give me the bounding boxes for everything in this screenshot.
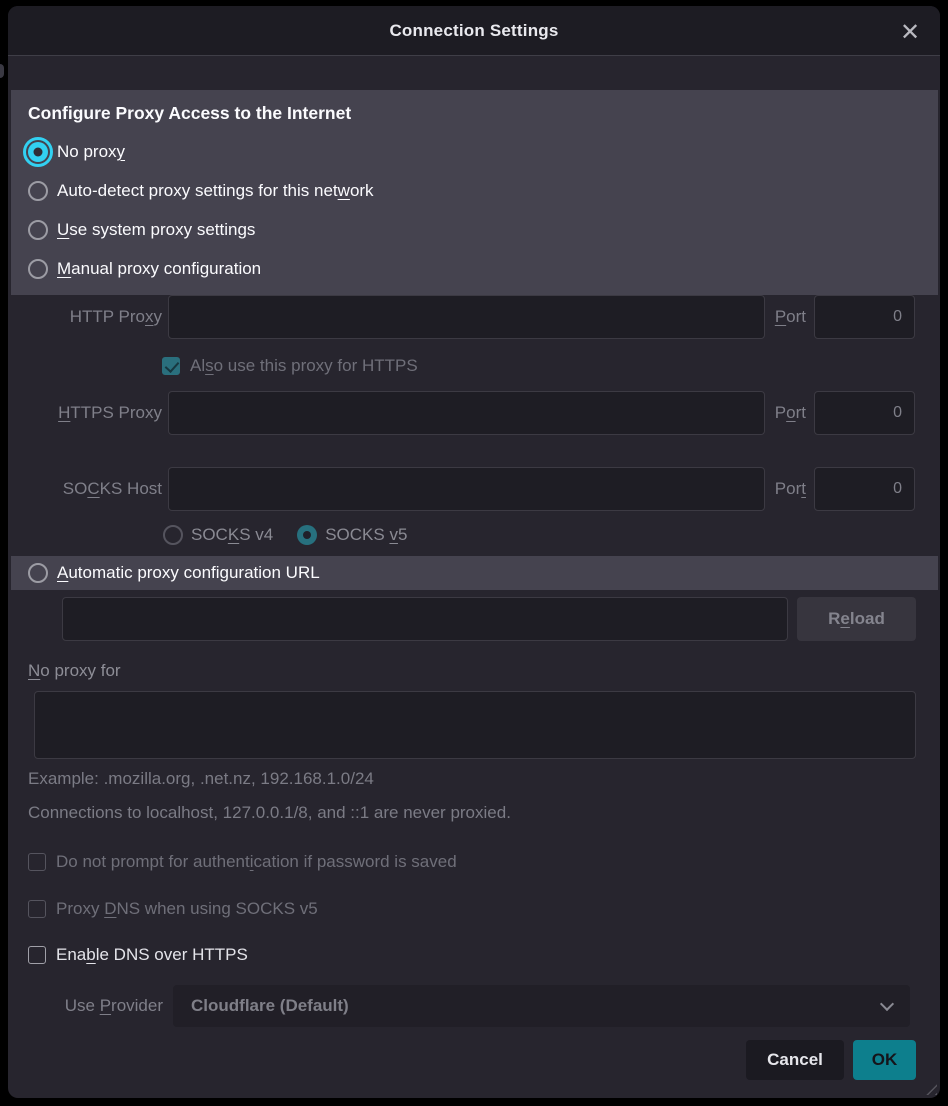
cancel-button[interactable]: Cancel: [746, 1040, 844, 1080]
doh-provider-row: Use Provider Cloudflare (Default): [8, 985, 910, 1027]
https-proxy-label: HTTPS Proxy: [8, 403, 162, 423]
proxy-mode-section: Configure Proxy Access to the Internet N…: [11, 90, 938, 295]
checkbox-label: Enable DNS over HTTPS: [56, 945, 248, 965]
localhost-note: Connections to localhost, 127.0.0.1/8, a…: [28, 803, 511, 823]
checkbox-proxy-dns[interactable]: Proxy DNS when using SOCKS v5: [28, 898, 318, 920]
checkbox-icon[interactable]: [28, 853, 46, 871]
http-proxy-input[interactable]: [168, 295, 765, 339]
socks-version-row: SOCKS v4 SOCKS v5: [163, 522, 940, 548]
also-https-row[interactable]: Also use this proxy for HTTPS: [162, 355, 940, 377]
http-port-label: Port: [775, 307, 806, 327]
http-port-input[interactable]: [814, 295, 915, 339]
example-hint: Example: .mozilla.org, .net.nz, 192.168.…: [28, 769, 374, 789]
http-proxy-row: HTTP Proxy Port: [8, 295, 940, 339]
provider-selected-value: Cloudflare (Default): [191, 996, 349, 1016]
section-heading: Configure Proxy Access to the Internet: [28, 103, 938, 124]
also-https-label: Also use this proxy for HTTPS: [190, 356, 418, 376]
provider-select[interactable]: Cloudflare (Default): [173, 985, 910, 1027]
connection-settings-dialog: Connection Settings ✕ Configure Proxy Ac…: [8, 6, 940, 1098]
socks-v5-label: SOCKS v5: [325, 525, 407, 545]
socks-host-row: SOCKS Host Port: [8, 467, 940, 511]
ok-button[interactable]: OK: [853, 1040, 916, 1080]
socks-host-input[interactable]: [168, 467, 765, 511]
checkbox-icon[interactable]: [162, 357, 180, 375]
radio-label: Auto-detect proxy settings for this netw…: [57, 181, 374, 201]
radio-label: Use system proxy settings: [57, 220, 255, 240]
radio-auto-url-icon[interactable]: [28, 563, 48, 583]
chevron-down-icon: [882, 999, 892, 1009]
radio-no-proxy[interactable]: No proxy: [28, 132, 938, 171]
radio-socks-v4-icon[interactable]: [163, 525, 183, 545]
socks-port-label: Port: [775, 479, 806, 499]
https-proxy-input[interactable]: [168, 391, 765, 435]
radio-button-icon[interactable]: [28, 181, 48, 201]
auto-url-input-row: Reload: [62, 597, 916, 641]
dialog-titlebar: Connection Settings ✕: [8, 6, 940, 56]
radio-label: No proxy: [57, 142, 125, 162]
https-port-label: Port: [775, 403, 806, 423]
radio-manual-proxy[interactable]: Manual proxy configuration: [28, 249, 938, 288]
checkbox-icon[interactable]: [28, 946, 46, 964]
close-icon[interactable]: ✕: [896, 18, 924, 46]
radio-button-icon[interactable]: [28, 259, 48, 279]
auto-url-input[interactable]: [62, 597, 788, 641]
no-proxy-for-label: No proxy for: [28, 661, 121, 681]
radio-button-icon[interactable]: [28, 142, 48, 162]
checkbox-label: Proxy DNS when using SOCKS v5: [56, 899, 318, 919]
radio-socks-v5-icon[interactable]: [297, 525, 317, 545]
checkbox-enable-doh[interactable]: Enable DNS over HTTPS: [28, 944, 248, 966]
checkbox-label: Do not prompt for authentication if pass…: [56, 852, 457, 872]
checkbox-icon[interactable]: [28, 900, 46, 918]
use-provider-label: Use Provider: [8, 996, 163, 1016]
background-page-edge: [0, 64, 4, 78]
https-port-input[interactable]: [814, 391, 915, 435]
https-proxy-row: HTTPS Proxy Port: [8, 391, 940, 435]
socks-port-input[interactable]: [814, 467, 915, 511]
radio-label: Manual proxy configuration: [57, 259, 261, 279]
screen: Connection Settings ✕ Configure Proxy Ac…: [0, 0, 948, 1106]
radio-button-icon[interactable]: [28, 220, 48, 240]
auto-proxy-url-row[interactable]: Automatic proxy configuration URL: [11, 556, 938, 590]
reload-button[interactable]: Reload: [797, 597, 916, 641]
resize-grip-icon[interactable]: [921, 1079, 937, 1095]
radio-auto-detect[interactable]: Auto-detect proxy settings for this netw…: [28, 171, 938, 210]
http-proxy-label: HTTP Proxy: [8, 307, 162, 327]
dialog-title: Connection Settings: [389, 21, 558, 41]
dialog-footer: Cancel OK: [746, 1040, 916, 1080]
checkbox-no-prompt-auth[interactable]: Do not prompt for authentication if pass…: [28, 851, 457, 873]
socks-host-label: SOCKS Host: [8, 479, 162, 499]
radio-system-proxy[interactable]: Use system proxy settings: [28, 210, 938, 249]
auto-url-label: Automatic proxy configuration URL: [57, 563, 320, 583]
no-proxy-for-textarea[interactable]: [34, 691, 916, 759]
socks-v4-label: SOCKS v4: [191, 525, 273, 545]
